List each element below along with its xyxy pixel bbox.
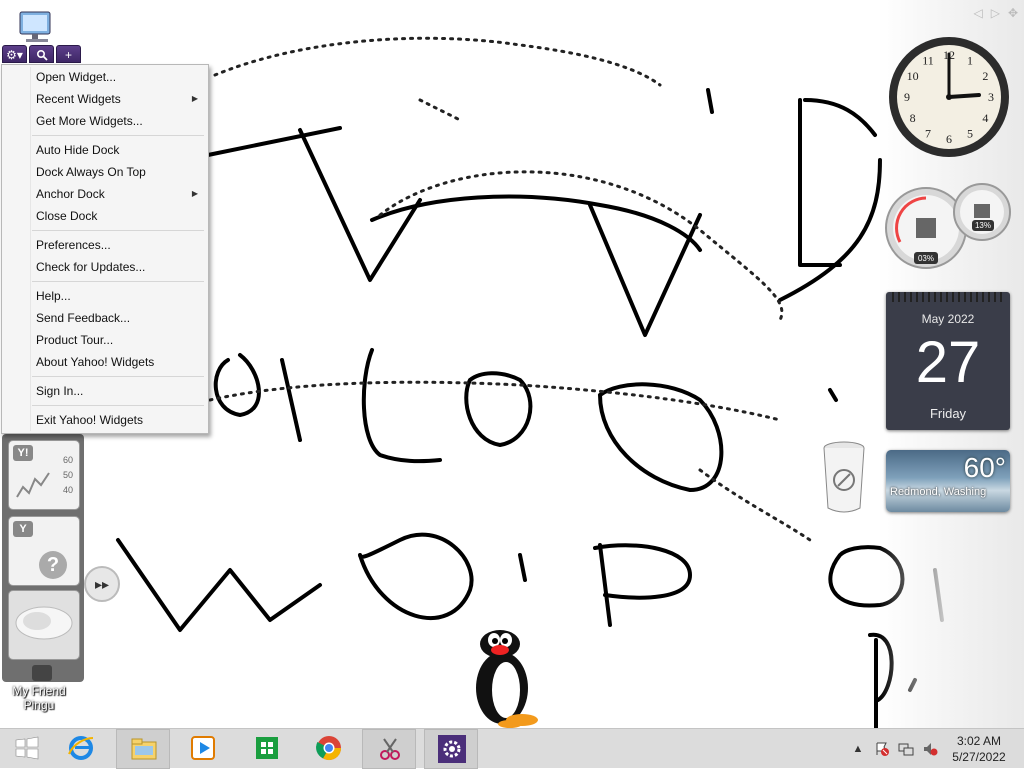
menu-item-check-updates[interactable]: Check for Updates... (2, 256, 208, 278)
taskbar-media-player[interactable] (176, 729, 230, 769)
menu-item-product-tour[interactable]: Product Tour... (2, 329, 208, 351)
gear-dropdown-button[interactable]: ⚙▾ (2, 45, 27, 63)
menu-item-anchor-dock[interactable]: Anchor Dock ▶ (2, 183, 208, 205)
previous-icon[interactable]: ◁ (973, 6, 982, 20)
clock-number: 3 (988, 90, 994, 104)
calendar-rings (892, 292, 1004, 302)
calendar-weekday: Friday (929, 406, 967, 421)
sidebar-controls: ◁ ▷ ✥ (973, 6, 1018, 20)
help-widget[interactable]: Y ? (8, 516, 80, 586)
clock-tray[interactable]: 3:02 AM 5/27/2022 (946, 733, 1012, 765)
calendar-day: 27 (915, 330, 981, 395)
search-icon (36, 49, 48, 61)
hour-hand (947, 93, 981, 99)
video-player-icon (191, 736, 215, 760)
taskbar-chrome[interactable] (302, 729, 356, 769)
menu-item-recent-widgets[interactable]: Recent Widgets ▶ (2, 88, 208, 110)
menu-item-close-dock[interactable]: Close Dock (2, 205, 208, 227)
next-icon[interactable]: ▷ (991, 6, 1000, 20)
menu-item-about[interactable]: About Yahoo! Widgets (2, 351, 208, 373)
stock-scale: 60 50 40 (62, 455, 73, 495)
clock-number: 7 (925, 126, 931, 140)
show-hidden-icons-button[interactable]: ▲ (850, 741, 866, 757)
menu-separator (32, 281, 204, 282)
weather-temperature: 60° (963, 452, 1006, 483)
taskbar-snipping-tool[interactable] (362, 729, 416, 769)
dock-toolbar: ⚙▾ + (2, 45, 84, 63)
memory-usage-label: 13% (975, 221, 991, 230)
menu-item-preferences[interactable]: Preferences... (2, 234, 208, 256)
stock-chart-icon (16, 472, 50, 498)
menu-separator (32, 405, 204, 406)
pingu-penguin-image (476, 630, 538, 728)
clock-number: 5 (967, 126, 973, 140)
weather-location: Redmond, Washing (890, 486, 987, 498)
yahoo-badge: Y (13, 521, 33, 537)
cloud-photo-icon (15, 606, 73, 640)
taskbar-store[interactable] (240, 729, 294, 769)
clock-number: 10 (907, 69, 919, 83)
camera-icon (32, 665, 52, 681)
action-center-flag-icon[interactable] (874, 741, 890, 757)
folder-icon (131, 738, 157, 760)
start-button[interactable] (0, 729, 54, 769)
taskbar-yahoo-widgets[interactable] (424, 729, 478, 769)
cpu-meter-gadget[interactable]: 03% 13% (884, 180, 1014, 272)
clock-number: 2 (982, 69, 988, 83)
calendar-month: May 2022 (921, 312, 975, 326)
menu-item-sign-in[interactable]: Sign In... (2, 380, 208, 402)
taskbar: ▲ 3:02 AM 5/27/2022 (0, 728, 1024, 769)
weather-gadget[interactable]: 60° Redmond, Washing (886, 450, 1010, 512)
taskbar-file-explorer[interactable] (116, 729, 170, 769)
clock-number: 6 (946, 132, 952, 146)
tray-time: 3:02 AM (956, 734, 1002, 748)
tray-date: 5/27/2022 (952, 750, 1006, 764)
menu-item-help[interactable]: Help... (2, 285, 208, 307)
menu-item-exit[interactable]: Exit Yahoo! Widgets (2, 409, 208, 431)
menu-separator (32, 230, 204, 231)
menu-item-auto-hide-dock[interactable]: Auto Hide Dock (2, 139, 208, 161)
help-icon: ? (39, 551, 67, 579)
windows-logo-icon (15, 736, 39, 760)
menu-item-get-more-widgets[interactable]: Get More Widgets... (2, 110, 208, 132)
menu-separator (32, 135, 204, 136)
menu-item-dock-always-on-top[interactable]: Dock Always On Top (2, 161, 208, 183)
gear-icon (438, 735, 466, 763)
clock-number: 8 (910, 111, 916, 125)
desktop[interactable]: ⚙▾ + Y! 60 50 40 Y ? ▸▸ My Friend Pingu … (0, 0, 1024, 728)
clock-number: 9 (904, 90, 910, 104)
store-icon (256, 737, 278, 759)
clock-number: 1 (967, 54, 973, 68)
dock-context-menu: Open Widget... Recent Widgets ▶ Get More … (1, 64, 209, 434)
cpu-usage-label: 03% (918, 254, 934, 263)
yahoo-badge: Y! (13, 445, 33, 461)
fast-forward-button[interactable]: ▸▸ (84, 566, 120, 602)
photo-widget[interactable] (8, 590, 80, 660)
clock-number: 4 (982, 111, 988, 125)
taskbar-internet-explorer[interactable] (54, 729, 108, 769)
volume-muted-icon[interactable] (922, 741, 938, 757)
clock-gadget[interactable]: 121234567891011 (886, 34, 1012, 160)
submenu-arrow-icon: ▶ (191, 94, 198, 103)
network-icon[interactable] (898, 741, 914, 757)
add-widget-button[interactable]: + (56, 45, 81, 63)
clock-number: 11 (922, 54, 934, 68)
internet-explorer-icon (68, 736, 94, 760)
computer-icon[interactable] (14, 10, 60, 44)
desktop-icon-label[interactable]: My Friend Pingu (6, 684, 72, 712)
menu-item-send-feedback[interactable]: Send Feedback... (2, 307, 208, 329)
scissors-icon (380, 738, 400, 760)
stock-widget[interactable]: Y! 60 50 40 (8, 440, 80, 510)
add-gadget-icon[interactable]: ✥ (1008, 6, 1018, 20)
widget-dock-panel: Y! 60 50 40 Y ? (2, 434, 84, 682)
recycle-bin-icon[interactable] (816, 436, 872, 518)
calendar-gadget[interactable]: May 2022 27 Friday (886, 292, 1010, 430)
menu-separator (32, 376, 204, 377)
search-button[interactable] (29, 45, 54, 63)
submenu-arrow-icon: ▶ (191, 189, 198, 198)
menu-item-open-widget[interactable]: Open Widget... (2, 66, 208, 88)
chrome-icon (316, 736, 341, 761)
